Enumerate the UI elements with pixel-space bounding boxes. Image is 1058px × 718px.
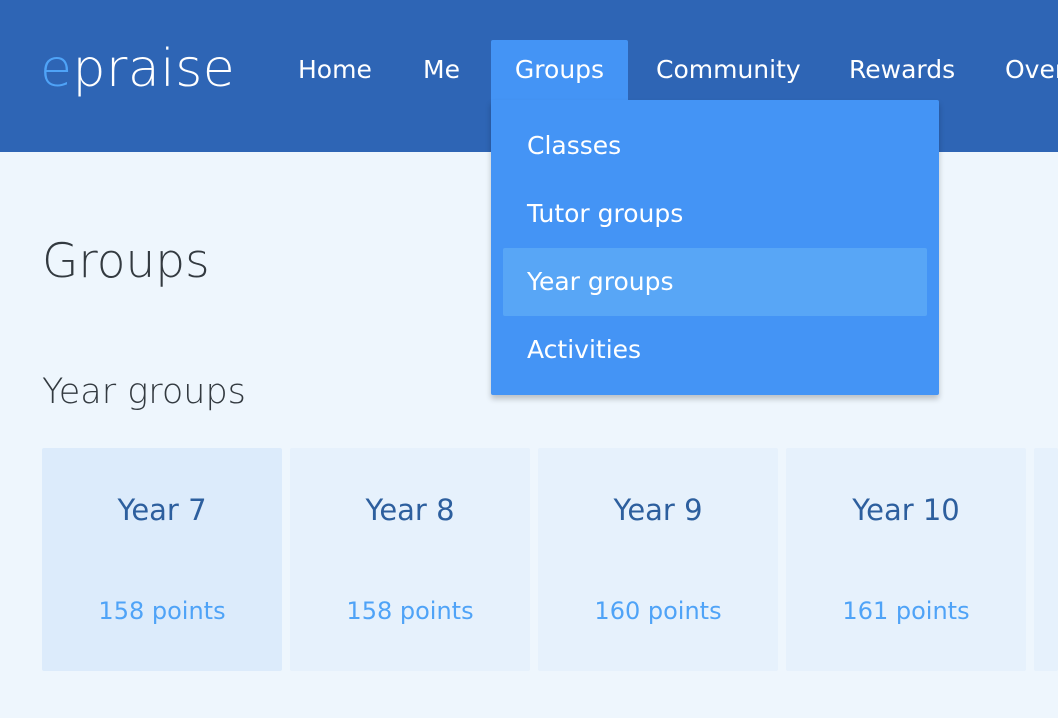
nav-rewards[interactable]: Rewards: [849, 40, 955, 100]
nav-me[interactable]: Me: [423, 40, 460, 100]
menu-item-activities[interactable]: Activities: [503, 316, 927, 384]
epraise-logo[interactable]: epraise: [40, 37, 235, 101]
menu-item-tutor-groups[interactable]: Tutor groups: [503, 180, 927, 248]
card-title: Year 10: [852, 493, 960, 527]
card-points: 158 points: [98, 597, 226, 625]
logo-text: praise: [72, 39, 236, 99]
card-title: Year 8: [365, 493, 455, 527]
logo-initial: e: [40, 39, 73, 99]
group-card-year-7[interactable]: Year 7 158 points: [42, 448, 282, 671]
groups-dropdown-menu: Classes Tutor groups Year groups Activit…: [491, 100, 939, 395]
section-title: Year groups: [42, 372, 246, 412]
card-points: 161 points: [842, 597, 970, 625]
card-title: Year 9: [613, 493, 703, 527]
nav-overview[interactable]: Over: [1005, 40, 1058, 100]
menu-item-classes[interactable]: Classes: [503, 112, 927, 180]
card-points: 158 points: [346, 597, 474, 625]
card-title: Year 7: [117, 493, 207, 527]
nav-home[interactable]: Home: [298, 40, 372, 100]
menu-item-year-groups[interactable]: Year groups: [503, 248, 927, 316]
card-points: 160 points: [594, 597, 722, 625]
page-title: Groups: [42, 234, 210, 289]
group-card-year-8[interactable]: Year 8 158 points: [290, 448, 530, 671]
group-card-year-10[interactable]: Year 10 161 points: [786, 448, 1026, 671]
nav-groups[interactable]: Groups: [491, 40, 628, 100]
group-card-partial[interactable]: [1034, 448, 1058, 671]
group-card-year-9[interactable]: Year 9 160 points: [538, 448, 778, 671]
nav-community[interactable]: Community: [656, 40, 801, 100]
